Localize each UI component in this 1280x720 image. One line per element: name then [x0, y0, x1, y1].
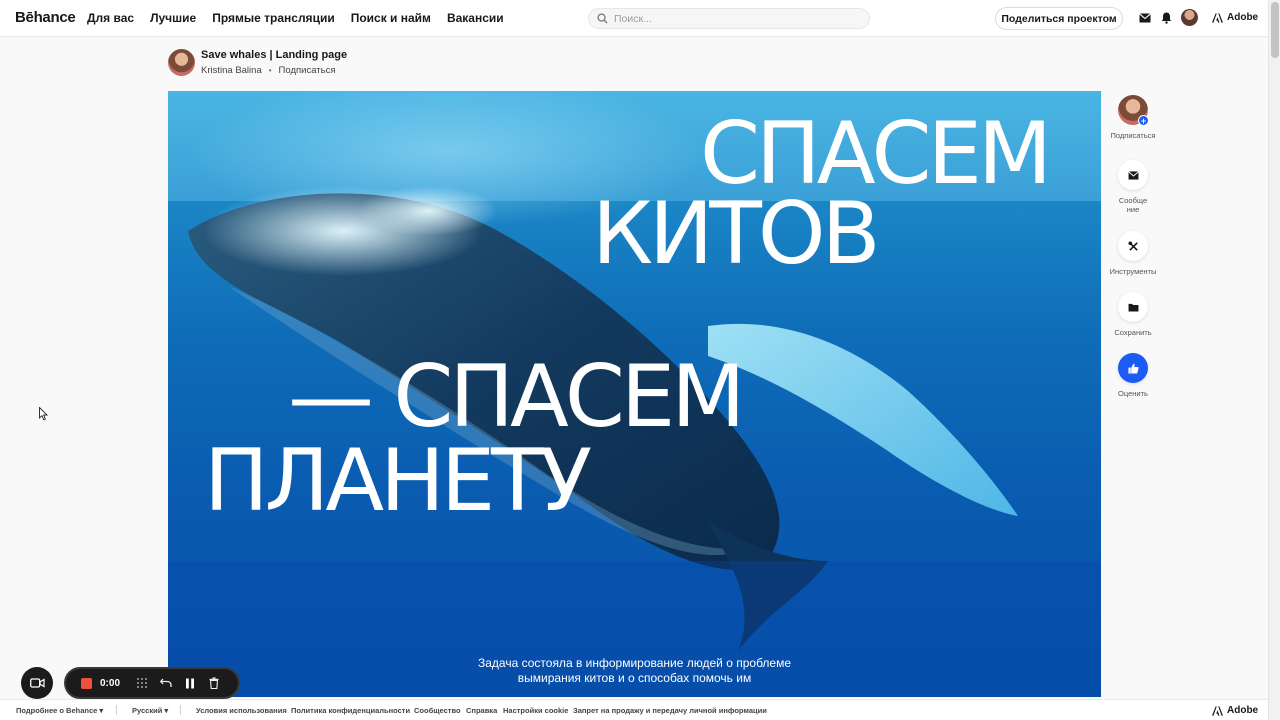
top-navigation: Bēhance Для вас Лучшие Прямые трансляции…: [0, 0, 1268, 37]
rail-subscribe-label: Подписаться: [1110, 131, 1156, 140]
footer-link-privacy[interactable]: Политика конфиденциальности: [291, 706, 410, 715]
footer-link-terms[interactable]: Условия использования: [196, 706, 287, 715]
page-scrollbar[interactable]: [1268, 0, 1280, 720]
trash-icon: [209, 677, 219, 689]
search-input[interactable]: [614, 12, 854, 25]
mail-icon[interactable]: [1138, 11, 1152, 25]
adobe-icon: [1212, 12, 1223, 23]
recording-controls: 0:00: [64, 667, 240, 699]
author-avatar[interactable]: [168, 49, 195, 76]
adobe-label: Adobe: [1227, 12, 1259, 23]
footer-link-community[interactable]: Сообщество: [414, 706, 461, 715]
rail-author-avatar[interactable]: +: [1118, 95, 1149, 126]
adobe-icon: [1212, 705, 1223, 716]
rail-tools-label: Инструменты: [1109, 267, 1157, 276]
recording-timer: 0:00: [100, 677, 121, 689]
plus-icon: +: [1138, 115, 1149, 126]
share-project-button[interactable]: Поделиться проектом: [995, 7, 1123, 30]
project-hero-image: СПАСЕМ КИТОВ — СПАСЕМ ПЛАНЕТУ Задача сос…: [168, 91, 1101, 697]
nav-jobs[interactable]: Вакансии: [447, 11, 504, 25]
rail-message-label-line1: Сообще: [1118, 196, 1148, 205]
footer-language-select[interactable]: Русский ▾: [132, 706, 168, 715]
user-avatar[interactable]: [1181, 9, 1198, 26]
rail-save[interactable]: Сохранить: [1105, 292, 1161, 337]
footer-adobe-link[interactable]: Adobe: [1212, 705, 1258, 716]
rail-message-label-line2: ние: [1126, 205, 1140, 214]
footer-divider: [180, 705, 181, 715]
thumbs-up-icon: [1127, 363, 1139, 374]
footer-link-do-not-sell[interactable]: Запрет на продажу и передачу личной инфо…: [573, 706, 767, 715]
separator-dot: •: [268, 66, 272, 75]
undo-button[interactable]: [154, 671, 178, 695]
dotted-grid-icon: [137, 678, 147, 688]
video-camera-icon: [29, 678, 45, 688]
page-footer: Подробнее о Behance ▾ Русский ▾ Условия …: [0, 699, 1268, 720]
pause-button[interactable]: [178, 671, 202, 695]
hero-headline-line2: КИТОВ: [592, 184, 881, 284]
hero-headline-line4: ПЛАНЕТУ: [204, 431, 592, 531]
hero-caption: Задача состояла в информирование людей о…: [168, 656, 1101, 686]
tools-icon: [1127, 240, 1138, 251]
rail-subscribe[interactable]: + Подписаться: [1105, 95, 1161, 140]
footer-divider: [116, 705, 117, 715]
footer-more-behance[interactable]: Подробнее о Behance ▾: [16, 706, 103, 715]
delete-button[interactable]: [202, 671, 226, 695]
save-button[interactable]: [1118, 292, 1148, 322]
mail-icon: [1127, 170, 1139, 180]
main-nav: Для вас Лучшие Прямые трансляции Поиск и…: [87, 11, 504, 25]
rail-message[interactable]: Сообще ние: [1105, 160, 1161, 214]
footer-adobe-label: Adobe: [1227, 705, 1259, 716]
folder-icon: [1128, 303, 1138, 312]
pause-icon: [186, 678, 194, 688]
search-icon: [597, 13, 608, 24]
mouse-cursor-icon: [39, 407, 49, 421]
bell-icon[interactable]: [1159, 11, 1173, 25]
project-title: Save whales | Landing page: [201, 49, 348, 61]
nav-best[interactable]: Лучшие: [150, 11, 196, 25]
behance-logo[interactable]: Bēhance: [15, 9, 76, 26]
search-box[interactable]: [588, 8, 870, 29]
scrollbar-thumb[interactable]: [1271, 2, 1279, 58]
stop-recording-button[interactable]: [81, 677, 92, 689]
footer-link-cookie[interactable]: Настройки cookie: [503, 706, 568, 715]
subscribe-link[interactable]: Подписаться: [279, 65, 336, 76]
hero-headline-line3: — СПАСЕМ: [288, 347, 745, 447]
rail-tools[interactable]: Инструменты: [1105, 231, 1161, 276]
hero-caption-line1: Задача состояла в информирование людей о…: [478, 656, 791, 670]
nav-livestreams[interactable]: Прямые трансляции: [212, 11, 335, 25]
rail-save-label: Сохранить: [1114, 328, 1152, 337]
hero-caption-line2: вымирания китов и о способах помочь им: [517, 671, 752, 685]
grid-button[interactable]: [130, 671, 154, 695]
rail-appreciate[interactable]: Оценить: [1105, 353, 1161, 398]
project-meta: Kristina Balina • Подписаться: [201, 65, 335, 76]
adobe-link[interactable]: Adobe: [1212, 12, 1258, 23]
footer-link-help[interactable]: Справка: [466, 706, 497, 715]
tools-button[interactable]: [1118, 231, 1148, 261]
nav-search-hire[interactable]: Поиск и найм: [351, 11, 431, 25]
author-name[interactable]: Kristina Balina: [201, 65, 262, 76]
undo-icon: [160, 678, 172, 687]
camera-toggle-button[interactable]: [21, 667, 53, 699]
rail-appreciate-label: Оценить: [1118, 389, 1148, 398]
message-button[interactable]: [1118, 160, 1148, 190]
rail-message-label: Сообще ние: [1119, 196, 1147, 214]
nav-for-you[interactable]: Для вас: [87, 11, 134, 25]
appreciate-button[interactable]: [1118, 353, 1148, 383]
